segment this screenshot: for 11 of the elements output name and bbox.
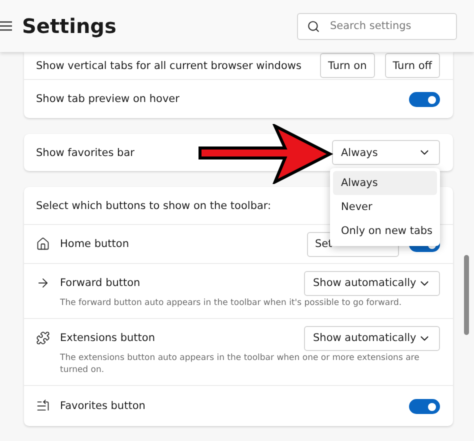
- setting-label: Show vertical tabs for all current browser windows: [36, 60, 302, 72]
- setting-label: Show tab preview on hover: [36, 93, 180, 105]
- setting-label: Show favorites bar: [36, 146, 136, 158]
- setting-label: Favorites button: [60, 400, 146, 412]
- section-heading: Select which buttons to show on the toolbar:: [36, 200, 272, 212]
- setting-label: Home button: [60, 238, 130, 250]
- setting-label: Forward button: [60, 277, 142, 289]
- setting-label: Extensions button: [60, 332, 156, 344]
- setting-description: The extensions button auto appears in the toolbar when one or more extensions are turned on.: [60, 353, 420, 376]
- page-title: Settings: [22, 14, 118, 38]
- setting-description: The forward button auto appears in the toolbar when it's possible to go forward.: [60, 298, 403, 310]
